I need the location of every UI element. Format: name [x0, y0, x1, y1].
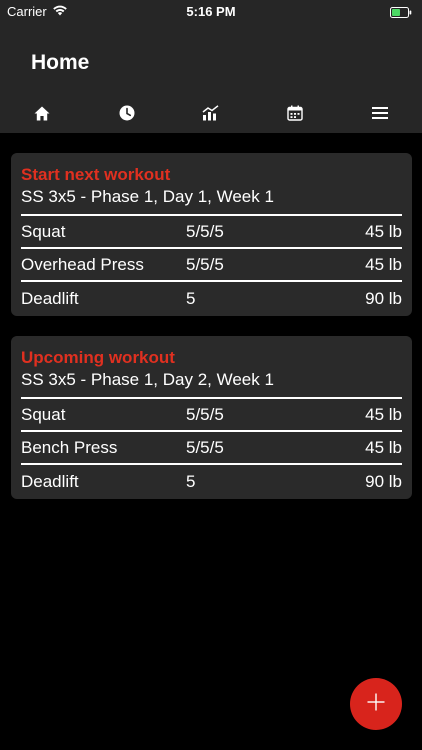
status-time: 5:16 PM	[186, 4, 236, 19]
exercise-weight: 45 lb	[365, 254, 402, 274]
exercise-name: Squat	[21, 404, 66, 424]
exercise-sets: 5/5/5	[186, 254, 224, 274]
table-row: Overhead Press 5/5/5 45 lb	[21, 249, 402, 282]
table-row: Squat 5/5/5 45 lb	[21, 399, 402, 432]
exercise-name: Overhead Press	[21, 254, 144, 274]
plus-icon	[367, 693, 385, 716]
page-title: Home	[31, 51, 90, 74]
tab-calendar[interactable]	[253, 98, 337, 128]
next-workout-title: Start next workout	[21, 165, 171, 184]
menu-icon	[371, 106, 388, 120]
next-workout-card[interactable]: Start next workout SS 3x5 - Phase 1, Day…	[11, 153, 412, 316]
table-row: Deadlift 5 90 lb	[21, 465, 402, 498]
app-header: Home	[0, 24, 422, 133]
exercise-name: Squat	[21, 221, 66, 241]
status-bar: Carrier 5:16 PM	[0, 0, 422, 24]
chart-icon	[202, 105, 220, 121]
home-screen: Carrier 5:16 PM Home Start next workout …	[0, 0, 422, 750]
tab-home[interactable]	[0, 98, 84, 128]
exercise-weight: 45 lb	[365, 404, 402, 424]
table-row: Squat 5/5/5 45 lb	[21, 216, 402, 249]
tab-progress[interactable]	[169, 98, 253, 128]
exercise-name: Deadlift	[21, 471, 79, 491]
exercise-weight: 45 lb	[365, 437, 402, 457]
tab-history[interactable]	[84, 98, 168, 128]
add-workout-button[interactable]	[350, 678, 402, 730]
calendar-icon	[287, 105, 304, 121]
home-icon	[34, 106, 50, 121]
next-workout-program: SS 3x5 - Phase 1, Day 1, Week 1	[21, 184, 402, 216]
upcoming-workout-card[interactable]: Upcoming workout SS 3x5 - Phase 1, Day 2…	[11, 336, 412, 499]
table-row: Deadlift 5 90 lb	[21, 282, 402, 315]
exercise-name: Deadlift	[21, 288, 79, 308]
clock-icon	[119, 105, 135, 121]
exercise-sets: 5/5/5	[186, 404, 224, 424]
exercise-weight: 90 lb	[365, 471, 402, 491]
exercise-sets: 5/5/5	[186, 221, 224, 241]
tab-menu[interactable]	[338, 98, 422, 128]
table-row: Bench Press 5/5/5 45 lb	[21, 432, 402, 465]
exercise-weight: 90 lb	[365, 288, 402, 308]
exercise-sets: 5/5/5	[186, 437, 224, 457]
upcoming-workout-title: Upcoming workout	[21, 348, 175, 367]
upcoming-workout-program: SS 3x5 - Phase 1, Day 2, Week 1	[21, 367, 402, 399]
tab-bar	[0, 98, 422, 128]
battery-icon	[390, 6, 412, 21]
exercise-sets: 5	[186, 288, 196, 308]
exercise-weight: 45 lb	[365, 221, 402, 241]
exercise-name: Bench Press	[21, 437, 118, 457]
exercise-sets: 5	[186, 471, 196, 491]
